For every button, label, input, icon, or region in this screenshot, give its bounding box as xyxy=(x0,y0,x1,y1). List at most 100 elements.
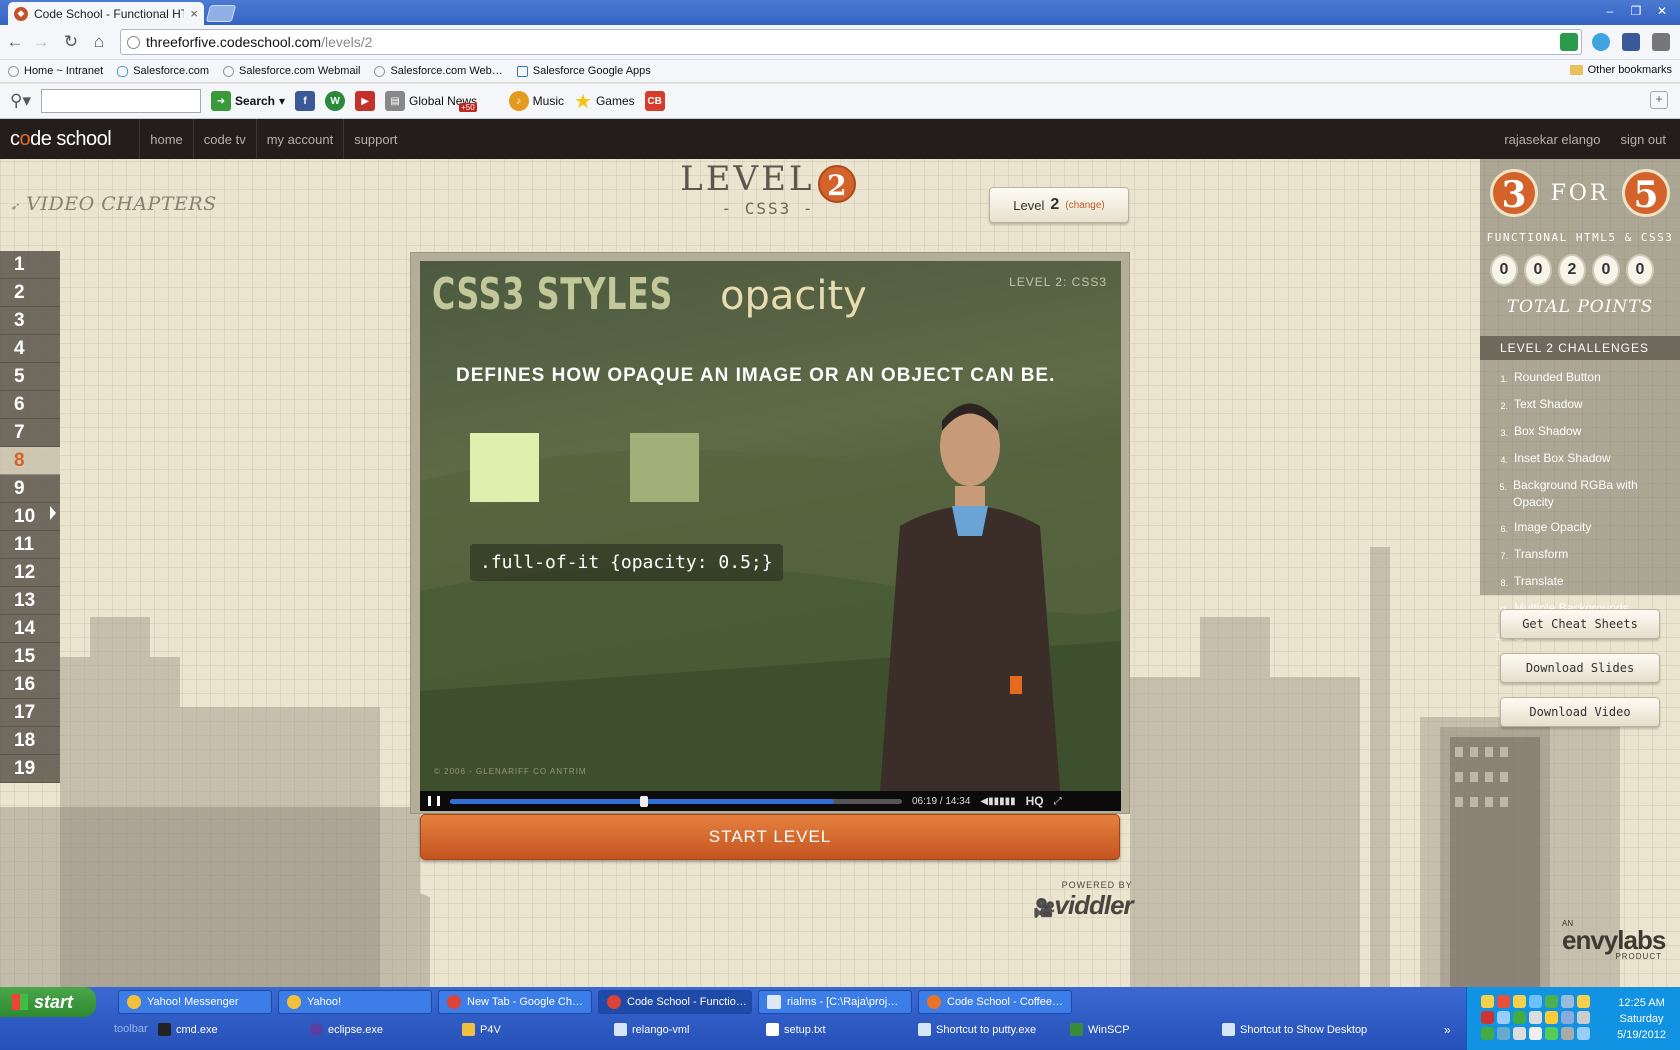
chapter-item[interactable]: 16 xyxy=(0,671,60,699)
network-tray-icon[interactable] xyxy=(1545,1027,1558,1040)
chapter-item[interactable]: 17 xyxy=(0,699,60,727)
chapter-item[interactable]: 5 xyxy=(0,363,60,391)
minimize-icon[interactable]: – xyxy=(1598,2,1622,20)
add-icon[interactable]: + xyxy=(1650,91,1668,109)
page-info-icon[interactable] xyxy=(127,35,140,49)
chapter-item[interactable]: 4 xyxy=(0,335,60,363)
chapter-item[interactable]: 14 xyxy=(0,615,60,643)
bookmark-item[interactable]: Salesforce.com Webmail xyxy=(223,65,360,77)
tray-icon[interactable] xyxy=(1545,1011,1558,1024)
quicklaunch-item[interactable]: relango-vml xyxy=(614,1023,689,1036)
level-selector[interactable]: Level 2 (change) xyxy=(989,187,1129,223)
challenge-item[interactable]: 6. Image Opacity xyxy=(1480,515,1680,542)
chapter-item[interactable]: 6 xyxy=(0,391,60,419)
quicklaunch-item[interactable]: P4V xyxy=(462,1023,501,1036)
chapter-item[interactable]: 19 xyxy=(0,755,60,783)
codeschool-logo[interactable]: code school xyxy=(0,128,139,151)
reload-icon[interactable]: ↻ xyxy=(60,32,82,52)
tray-icon[interactable] xyxy=(1481,995,1494,1008)
restore-icon[interactable]: ❐ xyxy=(1624,2,1648,20)
facebook-icon[interactable]: f xyxy=(295,91,316,111)
chapter-item[interactable]: 13 xyxy=(0,587,60,615)
back-arrow-icon[interactable]: ← xyxy=(4,32,26,52)
quicklaunch-item[interactable]: cmd.exe xyxy=(158,1023,218,1036)
chapter-item[interactable]: 7 xyxy=(0,419,60,447)
sign-out-link[interactable]: sign out xyxy=(1620,132,1666,147)
change-level-link[interactable]: (change) xyxy=(1065,200,1104,211)
quicklaunch-item[interactable]: eclipse.exe xyxy=(310,1023,383,1036)
tray-icon[interactable] xyxy=(1529,995,1542,1008)
bookmark-item[interactable]: Home ~ Intranet xyxy=(8,65,103,77)
clock[interactable]: 12:25 AM Saturday 5/19/2012 xyxy=(1617,995,1666,1043)
scrubber-handle[interactable] xyxy=(640,795,648,807)
chapter-item[interactable]: 2 xyxy=(0,279,60,307)
tray-icon[interactable] xyxy=(1497,1011,1510,1024)
chapter-item[interactable]: 18 xyxy=(0,727,60,755)
bookmark-item[interactable]: Salesforce.com xyxy=(117,65,209,77)
taskbar-item[interactable]: Yahoo! xyxy=(278,990,432,1014)
challenge-item[interactable]: 1. Rounded Button xyxy=(1480,365,1680,392)
search-icon[interactable]: ⚲▾ xyxy=(10,91,31,111)
challenge-item[interactable]: 5. Background RGBa with Opacity xyxy=(1480,473,1680,515)
tray-icon[interactable] xyxy=(1497,1027,1510,1040)
challenge-item[interactable]: 2. Text Shadow xyxy=(1480,392,1680,419)
expand-chevron-icon[interactable]: » xyxy=(1444,1023,1451,1037)
chapter-item[interactable]: 12 xyxy=(0,559,60,587)
tray-icon[interactable] xyxy=(1577,1027,1590,1040)
tray-icon[interactable] xyxy=(1561,1027,1574,1040)
envylabs-brand[interactable]: AN envylabs PRODUCT xyxy=(1562,919,1666,961)
youtube-icon[interactable]: ▶ xyxy=(355,91,376,111)
quicklaunch-item[interactable]: Shortcut to putty.exe xyxy=(918,1023,1036,1036)
video-chapters-toggle[interactable]: ➶ VIDEO CHAPTERS xyxy=(10,193,217,215)
tray-icon[interactable] xyxy=(1513,1027,1526,1040)
wrench-icon[interactable] xyxy=(1652,33,1670,51)
forward-arrow-icon[interactable]: → xyxy=(30,32,52,52)
challenge-item[interactable]: 3. Box Shadow xyxy=(1480,419,1680,446)
tray-icon[interactable] xyxy=(1529,1011,1542,1024)
start-level-button[interactable]: START LEVEL xyxy=(420,814,1120,860)
tray-icon[interactable] xyxy=(1561,1011,1574,1024)
chapter-item[interactable]: 9 xyxy=(0,475,60,503)
viddler-brand[interactable]: POWERED BY 🎥viddler xyxy=(1033,880,1134,921)
toolbar-search-input[interactable] xyxy=(40,89,201,113)
chapter-item[interactable]: 1 xyxy=(0,251,60,279)
chapter-item[interactable]: 3 xyxy=(0,307,60,335)
tray-icon[interactable] xyxy=(1497,995,1510,1008)
user-name-link[interactable]: rajasekar elango xyxy=(1504,132,1600,147)
nav-home[interactable]: home xyxy=(139,119,193,159)
toolbar-search-button[interactable]: ➜ Search ▾ xyxy=(210,91,285,111)
download-slides-button[interactable]: Download Slides xyxy=(1500,653,1660,683)
extension-icon[interactable] xyxy=(1622,33,1640,51)
tray-icon[interactable] xyxy=(1481,1027,1494,1040)
challenge-item[interactable]: 7. Transform xyxy=(1480,542,1680,569)
taskbar-item[interactable]: Yahoo! Messenger xyxy=(118,990,272,1014)
tray-icon[interactable] xyxy=(1513,1011,1526,1024)
tray-icon[interactable] xyxy=(1577,995,1590,1008)
new-tab-button[interactable] xyxy=(205,5,237,22)
home-icon[interactable]: ⌂ xyxy=(88,32,110,52)
volume-tray-icon[interactable] xyxy=(1529,1027,1542,1040)
extension-icon[interactable] xyxy=(1560,33,1578,51)
taskbar-item-active[interactable]: Code School - Functio… xyxy=(598,990,752,1014)
volume-icon[interactable]: ◀▮▮▮▮▮ xyxy=(980,796,1015,807)
chapter-item[interactable]: 15 xyxy=(0,643,60,671)
quicklaunch-item[interactable]: Shortcut to Show Desktop xyxy=(1222,1023,1367,1036)
challenge-item[interactable]: 8. Translate xyxy=(1480,569,1680,596)
cb-icon[interactable]: CB xyxy=(644,91,665,111)
tray-icon[interactable] xyxy=(1545,995,1558,1008)
bookmark-item[interactable]: Salesforce Google Apps xyxy=(516,65,651,77)
address-bar[interactable]: threeforfive.codeschool.com/levels/2 ☆ xyxy=(120,29,1582,55)
games-button[interactable]: ★ Games xyxy=(574,89,635,114)
extension-icon[interactable] xyxy=(1592,33,1610,51)
pause-icon[interactable] xyxy=(428,796,440,806)
music-button[interactable]: ♪ Music xyxy=(508,91,564,111)
quicklaunch-item[interactable]: setup.txt xyxy=(766,1023,826,1036)
taskbar-item[interactable]: Code School - Coffee… xyxy=(918,990,1072,1014)
tray-icon[interactable] xyxy=(1577,1011,1590,1024)
video-screen[interactable]: CSS3 STYLES opacity LEVEL 2: CSS3 DEFINE… xyxy=(420,261,1121,791)
get-cheat-sheets-button[interactable]: Get Cheat Sheets xyxy=(1500,609,1660,639)
fullscreen-icon[interactable]: ⤢ xyxy=(1054,796,1062,807)
start-button[interactable]: start xyxy=(0,987,96,1017)
challenge-item[interactable]: 4. Inset Box Shadow xyxy=(1480,446,1680,473)
quicklaunch-item[interactable]: WinSCP xyxy=(1070,1023,1130,1036)
